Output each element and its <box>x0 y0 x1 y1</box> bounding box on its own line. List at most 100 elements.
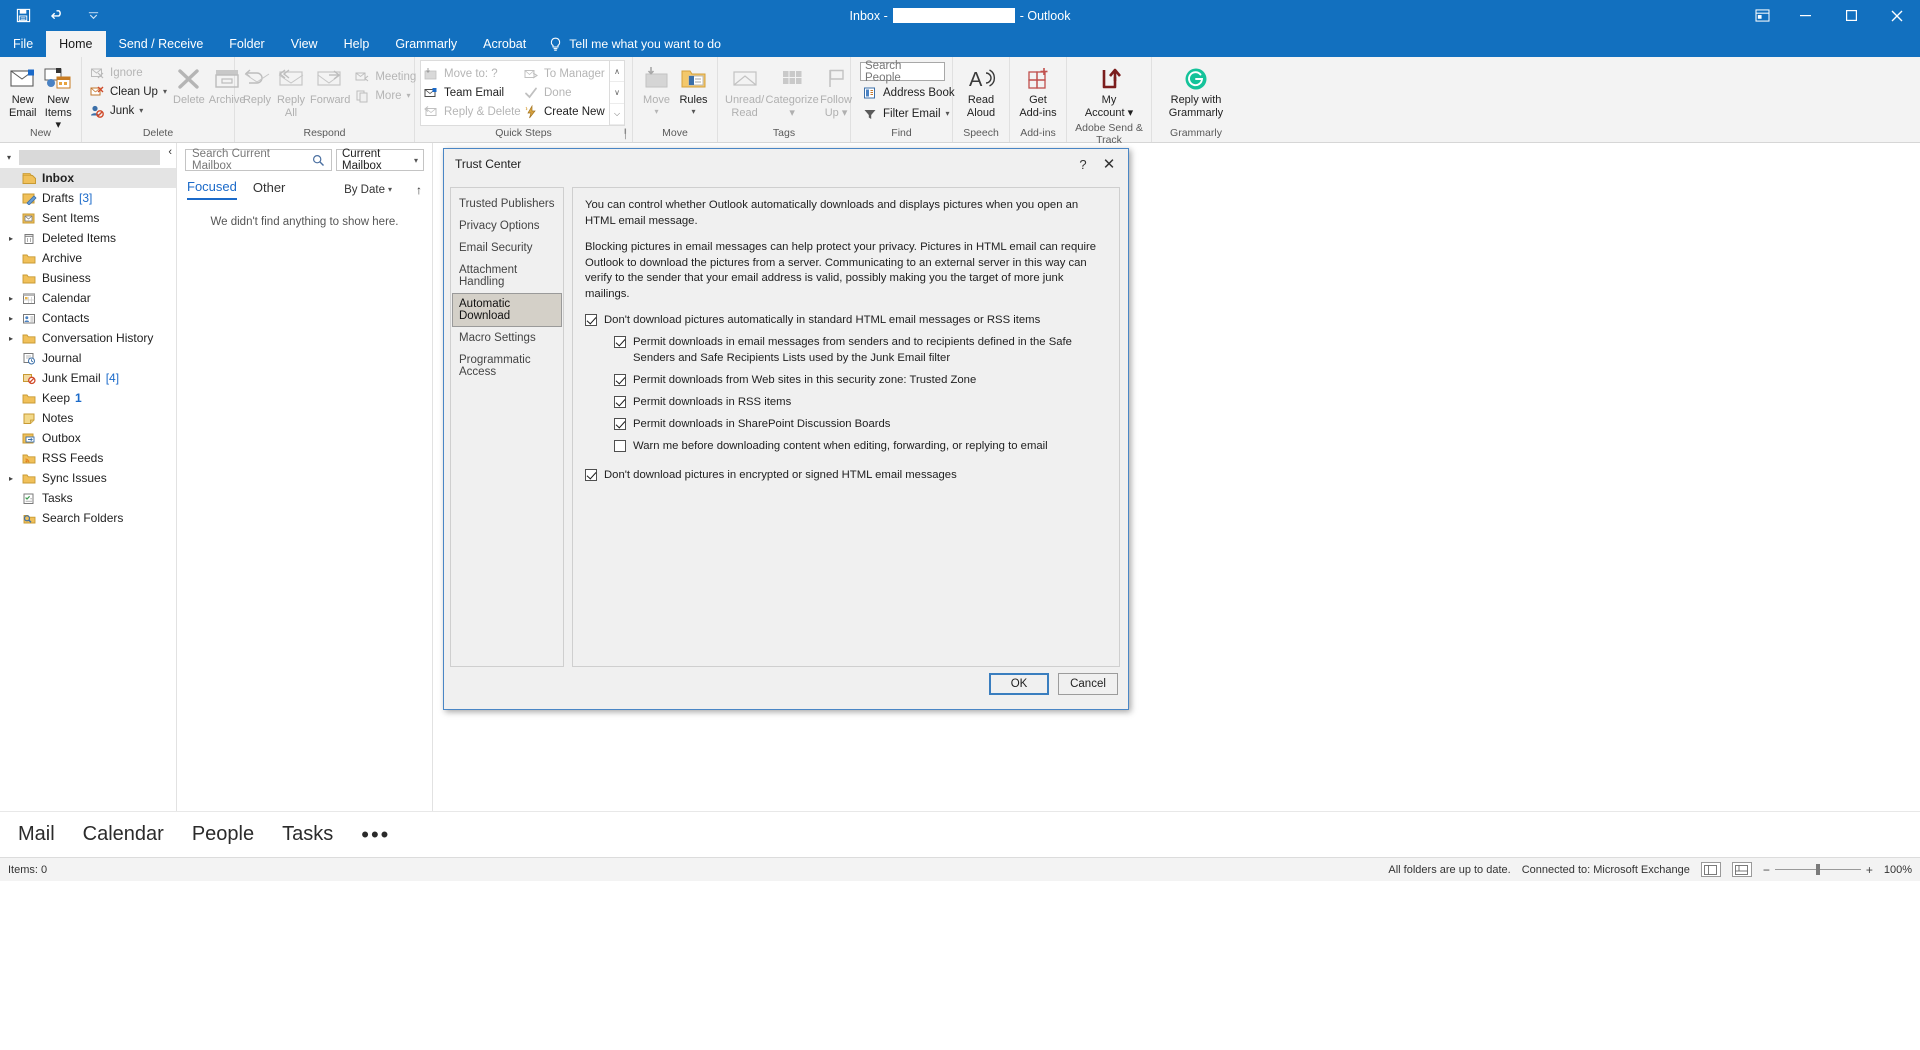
tab-file[interactable]: File <box>0 31 46 57</box>
expand-triangle-icon[interactable]: ▸ <box>6 474 16 483</box>
zoom-handle[interactable] <box>1816 864 1821 875</box>
tab-help[interactable]: Help <box>331 31 383 57</box>
reading-view-icon[interactable] <box>1731 862 1752 877</box>
folder-item-journal[interactable]: ▸ Journal <box>0 348 176 368</box>
reply-button[interactable]: Reply <box>240 61 274 110</box>
meeting-button[interactable]: Meeting <box>352 67 421 86</box>
checkbox-dont-download-standard[interactable] <box>585 314 597 327</box>
quick-steps-scroll-down[interactable]: ∨ <box>610 82 624 104</box>
folder-item-outbox[interactable]: ▸ Outbox <box>0 428 176 448</box>
zoom-slider[interactable]: − + <box>1763 863 1873 877</box>
folder-item-calendar[interactable]: ▸ Calendar <box>0 288 176 308</box>
customize-qat-icon[interactable] <box>82 5 104 27</box>
read-aloud-button[interactable]: A Read Aloud <box>958 61 1004 122</box>
chevron-down-icon[interactable]: ▾ <box>163 87 167 96</box>
expand-triangle-icon[interactable]: ▸ <box>6 334 16 343</box>
save-icon[interactable] <box>12 5 34 27</box>
follow-up-button[interactable]: Follow Up ▾ <box>818 61 854 122</box>
checkbox-warn-before-downloading[interactable] <box>614 439 626 452</box>
chevron-down-icon[interactable]: ▾ <box>139 106 143 115</box>
folder-item-drafts[interactable]: ▸ Drafts [3] <box>0 188 176 208</box>
tab-view[interactable]: View <box>278 31 331 57</box>
search-current-mailbox-input[interactable]: Search Current Mailbox <box>185 148 332 172</box>
chevron-down-icon[interactable]: ▾ <box>654 107 658 116</box>
zoom-out-button[interactable]: − <box>1763 863 1770 877</box>
tab-home[interactable]: Home <box>46 31 106 57</box>
folder-item-business[interactable]: ▸ Business <box>0 268 176 288</box>
quick-step-team-email[interactable]: Team Email <box>421 83 521 102</box>
quick-steps-dialog-launcher-icon[interactable]: ╿ <box>623 129 628 140</box>
folder-item-rss-feeds[interactable]: ▸ RSS Feeds <box>0 448 176 468</box>
ignore-button[interactable]: Ignore <box>87 63 171 82</box>
tab-other[interactable]: Other <box>253 180 286 199</box>
quick-step-create-new[interactable]: Create New <box>521 102 609 121</box>
folder-item-tasks[interactable]: ▸ Tasks <box>0 488 176 508</box>
address-book-button[interactable]: Address Book <box>860 83 960 102</box>
folder-item-notes[interactable]: ▸ Notes <box>0 408 176 428</box>
zoom-in-button[interactable]: + <box>1866 863 1873 877</box>
move-button[interactable]: Move ▾ <box>638 61 675 119</box>
module-mail[interactable]: Mail <box>18 823 55 846</box>
dialog-nav-automatic-download[interactable]: Automatic Download <box>452 293 562 327</box>
checkbox-row-dont-download-standard[interactable]: Don't download pictures automatically in… <box>585 313 1107 328</box>
tab-folder[interactable]: Folder <box>216 31 277 57</box>
dialog-nav-macro-settings[interactable]: Macro Settings <box>452 327 562 349</box>
quick-step-move-to[interactable]: Move to: ? <box>421 64 521 83</box>
new-items-button[interactable]: New Items ▾ <box>41 61 77 135</box>
dialog-help-icon[interactable]: ? <box>1070 153 1096 175</box>
checkbox-row-dont-download-encrypted[interactable]: Don't download pictures in encrypted or … <box>585 468 1107 483</box>
quick-step-done[interactable]: Done <box>521 83 609 102</box>
normal-view-icon[interactable] <box>1700 862 1721 877</box>
ok-button[interactable]: OK <box>989 673 1049 695</box>
categorize-button[interactable]: Categorize ▾ <box>766 61 819 122</box>
checkbox-permit-sharepoint[interactable] <box>614 417 626 430</box>
dialog-close-icon[interactable]: ✕ <box>1096 153 1122 175</box>
checkbox-permit-safe-senders[interactable] <box>614 336 626 349</box>
my-account-button[interactable]: My Account ▾ <box>1079 61 1139 122</box>
module-people[interactable]: People <box>192 823 254 846</box>
zoom-level-label[interactable]: 100% <box>1884 864 1912 876</box>
dialog-nav-email-security[interactable]: Email Security <box>452 237 562 259</box>
undo-icon[interactable] <box>47 5 69 27</box>
folder-item-contacts[interactable]: ▸ Contacts <box>0 308 176 328</box>
junk-button[interactable]: Junk ▾ <box>87 101 171 120</box>
chevron-down-icon[interactable]: ▾ <box>388 185 392 194</box>
more-respond-button[interactable]: More ▾ <box>352 86 421 105</box>
rules-button[interactable]: Rules ▾ <box>675 61 712 119</box>
expand-triangle-icon[interactable]: ▸ <box>6 314 16 323</box>
account-row[interactable]: ▾ <box>0 147 176 168</box>
folder-item-deleted-items[interactable]: ▸ Deleted Items <box>0 228 176 248</box>
module-tasks[interactable]: Tasks <box>282 823 333 846</box>
dialog-nav-trusted-publishers[interactable]: Trusted Publishers <box>452 193 562 215</box>
collapse-folder-pane-icon[interactable]: ‹ <box>168 146 172 158</box>
cancel-button[interactable]: Cancel <box>1058 673 1118 695</box>
tell-me-search[interactable]: Tell me what you want to do <box>539 31 731 57</box>
checkbox-dont-download-encrypted[interactable] <box>585 468 597 481</box>
tab-focused[interactable]: Focused <box>187 179 237 200</box>
sort-direction-icon[interactable]: ↑ <box>416 183 422 197</box>
folder-item-search-folders[interactable]: ▸ Search Folders <box>0 508 176 528</box>
expand-triangle-icon[interactable]: ▸ <box>6 234 16 243</box>
clean-up-button[interactable]: Clean Up ▾ <box>87 82 171 101</box>
folder-item-junk-email[interactable]: ▸ Junk Email [4] <box>0 368 176 388</box>
search-people-input[interactable]: Search People <box>860 60 945 84</box>
tab-send-receive[interactable]: Send / Receive <box>106 31 217 57</box>
checkbox-row-permit-trusted-zone[interactable]: Permit downloads from Web sites in this … <box>614 373 1107 388</box>
quick-step-to-manager[interactable]: To Manager <box>521 64 609 83</box>
checkbox-row-permit-rss[interactable]: Permit downloads in RSS items <box>614 395 1107 410</box>
sort-by-date-dropdown[interactable]: By Date ▾ <box>344 184 392 196</box>
delete-button[interactable]: Delete <box>171 61 207 110</box>
quick-step-reply-delete[interactable]: Reply & Delete <box>421 102 521 121</box>
folder-item-inbox[interactable]: ▸ Inbox <box>0 168 176 188</box>
reply-all-button[interactable]: Reply All <box>274 61 308 122</box>
quick-steps-scrollbar[interactable]: ∧ ∨ ⌵ <box>609 61 624 125</box>
get-addins-button[interactable]: Get Add-ins <box>1015 61 1061 122</box>
checkbox-row-warn-before-downloading[interactable]: Warn me before downloading content when … <box>614 439 1107 454</box>
expand-triangle-icon[interactable]: ▾ <box>4 153 14 162</box>
search-icon[interactable] <box>312 154 325 167</box>
chevron-down-icon[interactable]: ▾ <box>414 156 418 165</box>
folder-item-sync-issues[interactable]: ▸ Sync Issues <box>0 468 176 488</box>
checkbox-row-permit-safe-senders[interactable]: Permit downloads in email messages from … <box>614 335 1107 365</box>
folder-item-archive[interactable]: ▸ Archive <box>0 248 176 268</box>
forward-button[interactable]: Forward <box>308 61 352 110</box>
